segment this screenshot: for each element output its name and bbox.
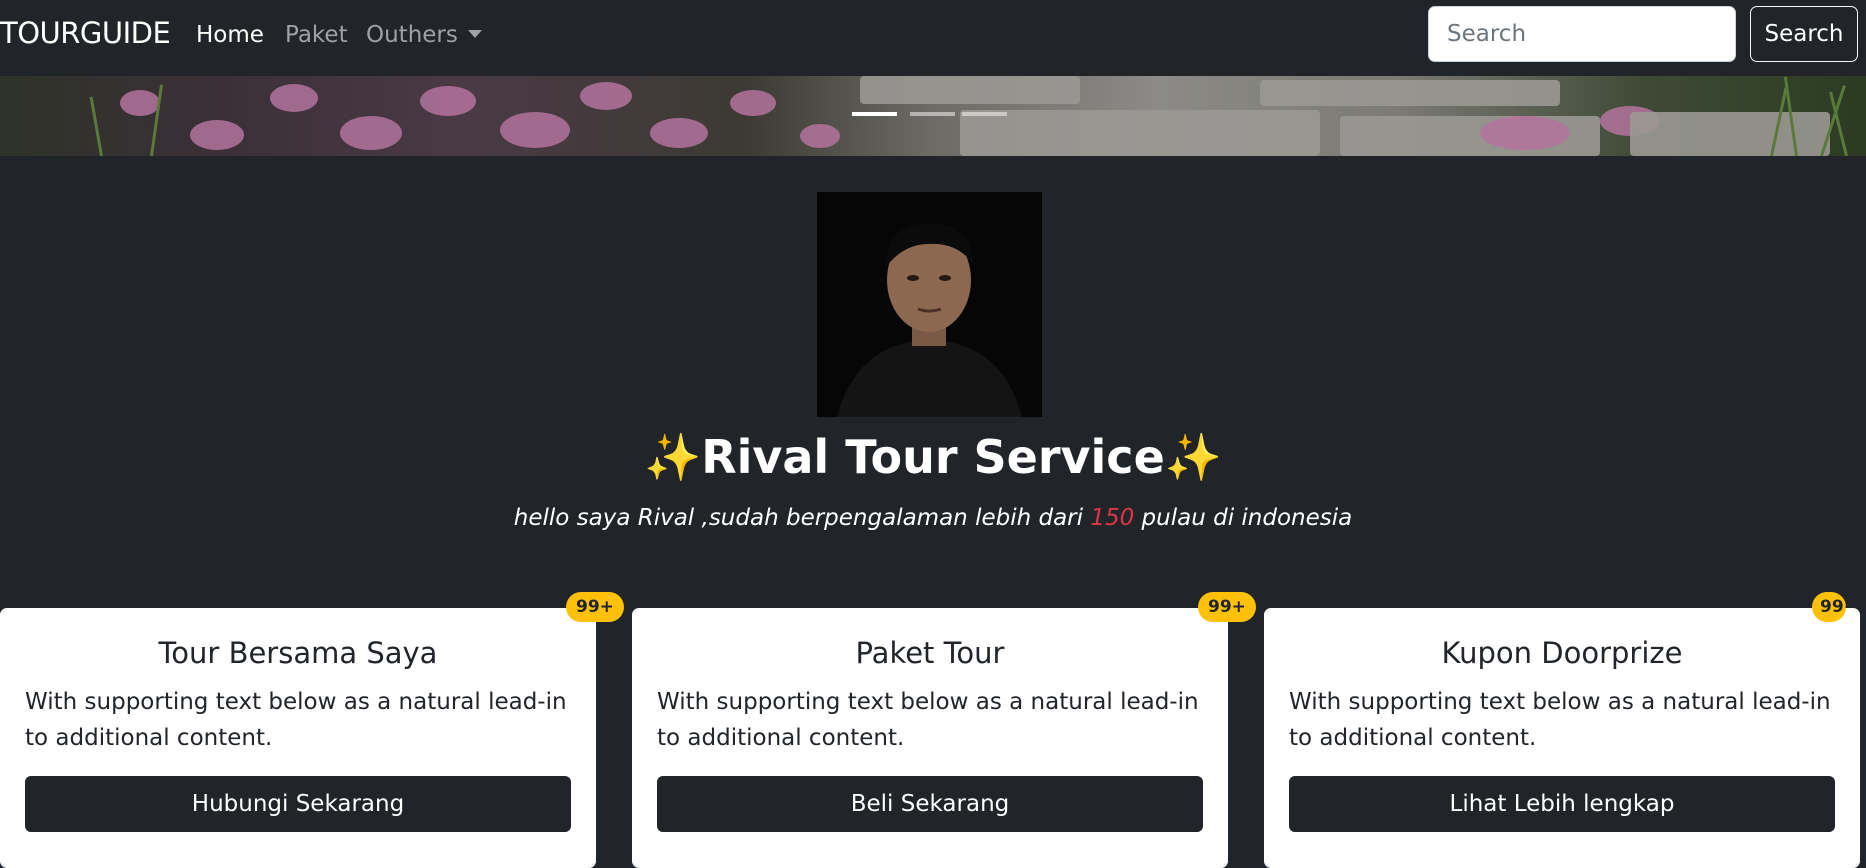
- card-kupon-doorprize: Kupon Doorprize With supporting text bel…: [1264, 608, 1860, 868]
- notification-badge: 99+: [566, 592, 624, 622]
- carousel-indicator-1[interactable]: [852, 112, 897, 116]
- chevron-down-icon: [467, 29, 482, 38]
- nav-link-paket[interactable]: Paket: [285, 22, 348, 48]
- brand-logo[interactable]: TOURGUIDE: [0, 16, 171, 50]
- card-title: Tour Bersama Saya: [158, 636, 438, 670]
- notification-badge: 99+: [1198, 592, 1256, 622]
- subtitle-text-start: hello saya Rival ,sudah berpengalaman le…: [513, 505, 1091, 531]
- carousel-indicator-3[interactable]: [962, 112, 1007, 116]
- lihat-lebih-lengkap-button[interactable]: Lihat Lebih lengkap: [1289, 776, 1835, 832]
- nav-dropdown-outhers[interactable]: Outhers: [366, 22, 482, 48]
- nav-dropdown-label: Outhers: [366, 22, 458, 48]
- search-input[interactable]: [1428, 6, 1736, 62]
- subtitle-text-end: pulau di indonesia: [1134, 505, 1353, 531]
- carousel-indicator-2[interactable]: [910, 112, 955, 116]
- hero-carousel-image[interactable]: [0, 76, 1866, 156]
- page-title: ✨Rival Tour Service✨: [643, 430, 1223, 484]
- notification-badge: 99+: [1812, 592, 1846, 622]
- hero-subtitle: hello saya Rival ,sudah berpengalaman le…: [0, 505, 1866, 531]
- nav-link-home[interactable]: Home: [196, 22, 264, 48]
- card-text: With supporting text below as a natural …: [25, 689, 567, 751]
- hubungi-sekarang-button[interactable]: Hubungi Sekarang: [25, 776, 571, 832]
- card-text: With supporting text below as a natural …: [657, 689, 1199, 751]
- card-title: Paket Tour: [855, 636, 1005, 670]
- card-title: Kupon Doorprize: [1441, 636, 1683, 670]
- search-button[interactable]: Search: [1750, 6, 1858, 62]
- subtitle-highlight-number: 150: [1090, 505, 1135, 531]
- card-paket-tour: Paket Tour With supporting text below as…: [632, 608, 1228, 868]
- navbar: TOURGUIDE Home Paket Outhers Search: [0, 0, 1866, 76]
- card-text: With supporting text below as a natural …: [1289, 689, 1831, 751]
- profile-photo: [817, 192, 1042, 417]
- card-tour-bersama-saya: Tour Bersama Saya With supporting text b…: [0, 608, 596, 868]
- beli-sekarang-button[interactable]: Beli Sekarang: [657, 776, 1203, 832]
